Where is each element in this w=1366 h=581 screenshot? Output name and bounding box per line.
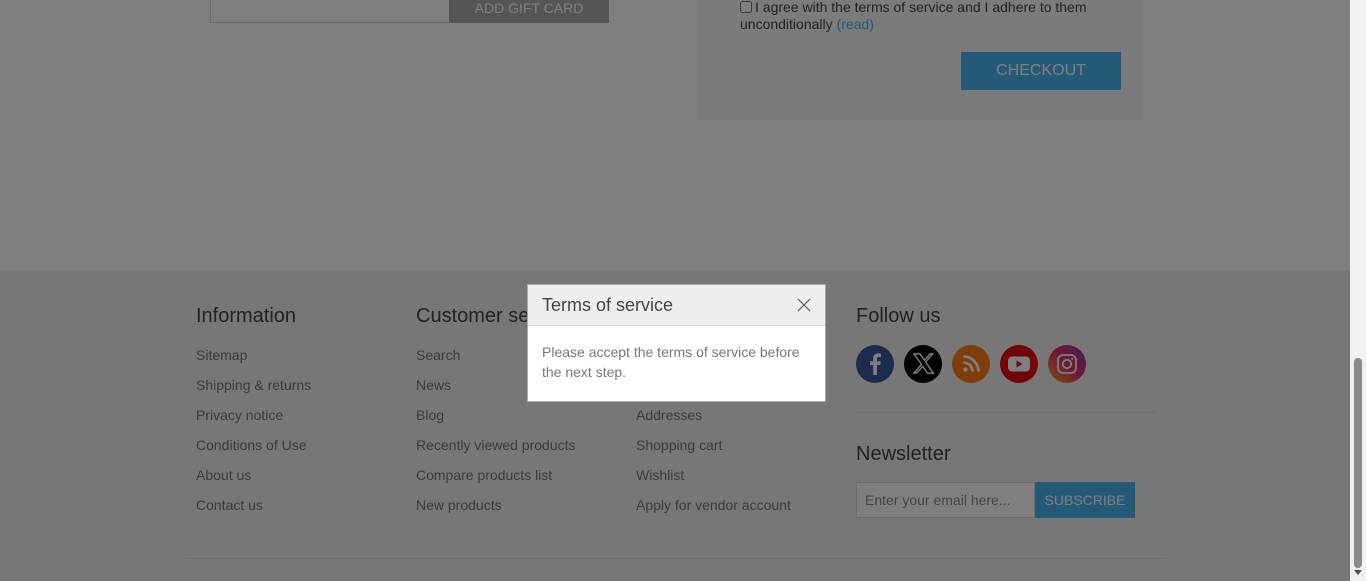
dialog-message: Please accept the terms of service befor… [542,344,800,380]
terms-dialog: Terms of service Please accept the terms… [527,284,826,402]
dialog-title: Terms of service [542,295,674,315]
close-icon[interactable] [797,298,811,312]
dialog-header: Terms of service [528,285,825,326]
scroll-down-arrow-icon[interactable] [1354,570,1362,575]
page-scrollbar[interactable] [1350,0,1366,581]
scrollbar-thumb[interactable] [1354,358,1362,568]
